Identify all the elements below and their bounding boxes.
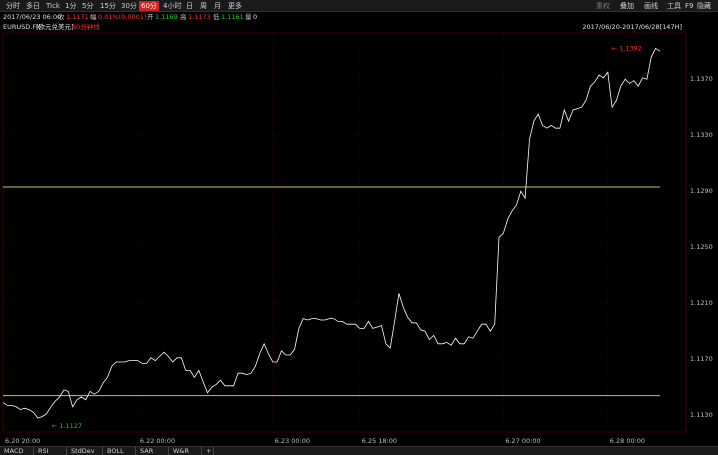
high-marker-label: ← 1.1392 (612, 44, 642, 52)
tab-rsi[interactable]: RSI (34, 447, 67, 455)
tab-sar[interactable]: SAR (136, 447, 169, 455)
price-chart[interactable]: 1.1370 1.1330 1.1290 1.1250 1.1210 1.1170 1.11… (0, 0, 718, 455)
x-tick-label: 6.27 00:00 (505, 437, 540, 445)
y-tick-label: 1.1250 (690, 243, 713, 251)
low-marker-label: ← 1.1127 (52, 422, 82, 430)
y-tick-label: 1.1330 (690, 131, 713, 139)
x-tick-label: 6.25 18:00 (362, 437, 397, 445)
x-tick-label: 6.23 00:00 (275, 437, 310, 445)
y-tick-label: 1.1210 (690, 299, 713, 307)
x-tick-label: 6.22 00:00 (140, 437, 175, 445)
tab-boll[interactable]: BOLL (103, 447, 136, 455)
tab-macd[interactable]: MACD (0, 447, 34, 455)
x-tick-label: 6.20 20:00 (5, 437, 40, 445)
y-tick-label: 1.1290 (690, 187, 713, 195)
tab-wr[interactable]: W&R (169, 447, 202, 455)
y-tick-label: 1.1130 (690, 411, 713, 419)
plot-frame (2, 32, 687, 433)
y-tick-label: 1.1370 (690, 75, 713, 83)
price-series-line (2, 47, 661, 419)
x-tick-label: 6.28 00:00 (610, 437, 645, 445)
y-tick-label: 1.1170 (690, 355, 713, 363)
add-tab-button[interactable]: + (202, 447, 214, 455)
indicator-tabs: MACD RSI StdDev BOLL SAR W&R + (0, 446, 718, 455)
tab-stddev[interactable]: StdDev (67, 447, 103, 455)
